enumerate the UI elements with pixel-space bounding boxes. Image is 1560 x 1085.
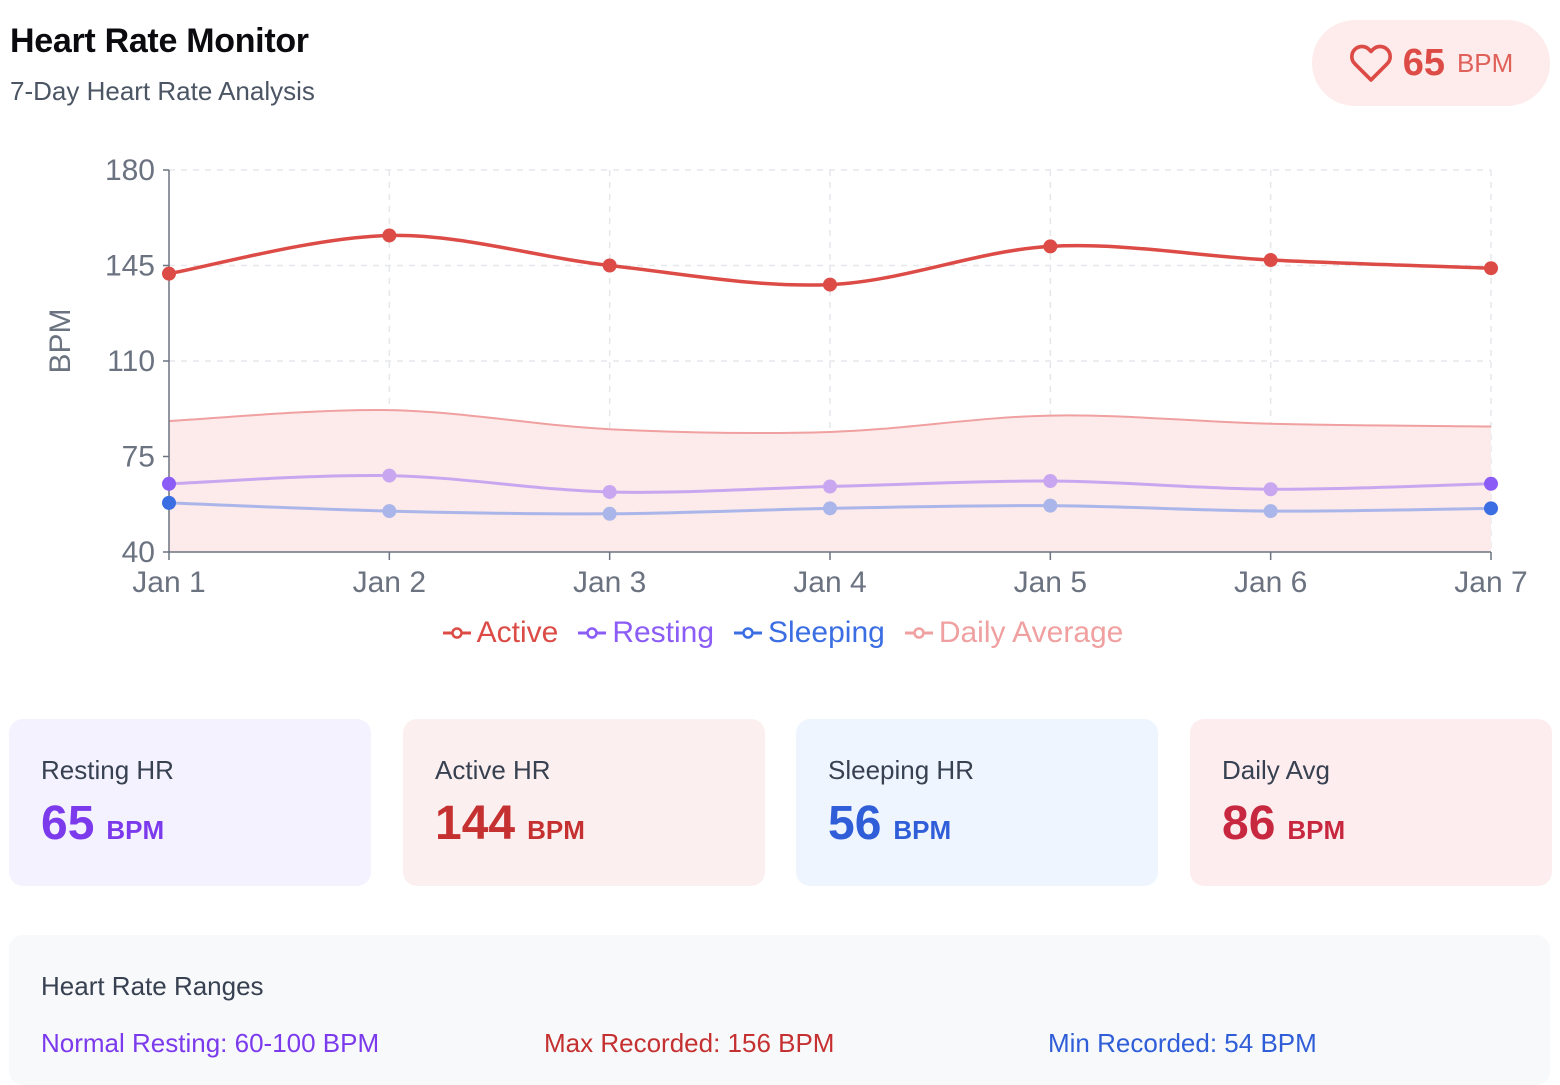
heart-icon xyxy=(1349,44,1392,82)
x-tick-label: Jan 1 xyxy=(132,566,205,599)
card-value: 56 xyxy=(828,797,882,850)
sleeping-point xyxy=(162,495,176,510)
active-point xyxy=(602,258,617,273)
y-tick-label: 75 xyxy=(122,441,155,474)
active-point xyxy=(1263,253,1278,268)
x-tick-label: Jan 7 xyxy=(1454,566,1527,599)
active-point xyxy=(1043,239,1058,254)
legend-marker-daily-average xyxy=(904,627,933,639)
sleeping-hr-card: Sleeping HR 56 BPM xyxy=(796,719,1158,886)
card-unit: BPM xyxy=(893,815,952,845)
resting-point xyxy=(1043,474,1058,489)
x-tick-label: Jan 6 xyxy=(1234,566,1307,599)
daily-avg-card: Daily Avg 86 BPM xyxy=(1190,719,1552,886)
x-tick-label: Jan 4 xyxy=(793,566,866,599)
badge-unit: BPM xyxy=(1456,47,1514,78)
resting-point xyxy=(1263,482,1278,497)
legend-item-resting[interactable]: Resting xyxy=(578,616,714,650)
legend-marker-resting xyxy=(578,627,607,639)
y-tick-label: 110 xyxy=(107,345,155,378)
legend-item-daily-average[interactable]: Daily Average xyxy=(904,616,1124,650)
active-point xyxy=(823,277,837,292)
sleeping-point xyxy=(1484,501,1498,516)
x-tick-label: Jan 3 xyxy=(573,566,646,599)
card-unit: BPM xyxy=(106,815,165,845)
card-value: 86 xyxy=(1222,797,1276,850)
x-tick-label: Jan 2 xyxy=(353,566,426,599)
resting-point xyxy=(162,476,176,491)
legend-label-active: Active xyxy=(476,616,559,649)
resting-point xyxy=(1484,476,1498,491)
chart-legend: Active Resting Sleeping Daily Average xyxy=(0,616,1560,650)
x-tick-label: Jan 5 xyxy=(1014,566,1087,599)
legend-marker-sleeping xyxy=(734,627,763,639)
resting-point xyxy=(382,468,397,483)
sleeping-point xyxy=(823,501,837,516)
normal-resting-range: Normal Resting: 60-100 BPM xyxy=(41,1028,380,1058)
heart-rate-ranges-panel: Heart Rate Ranges Normal Resting: 60-100… xyxy=(9,935,1550,1085)
resting-point xyxy=(602,484,617,499)
min-recorded: Min Recorded: 54 BPM xyxy=(1048,1028,1317,1058)
active-point xyxy=(382,228,397,243)
y-axis-label: BPM xyxy=(44,308,77,373)
active-point xyxy=(1484,261,1498,276)
sleeping-point xyxy=(602,506,617,521)
card-label: Resting HR xyxy=(41,755,174,785)
card-label: Sleeping HR xyxy=(828,755,974,785)
badge-value: 65 xyxy=(1402,41,1445,84)
resting-hr-card: Resting HR 65 BPM xyxy=(9,719,371,886)
page-title: Heart Rate Monitor xyxy=(10,22,309,60)
card-unit: BPM xyxy=(527,815,585,845)
legend-item-active[interactable]: Active xyxy=(442,616,559,650)
resting-point xyxy=(823,479,837,494)
card-label: Daily Avg xyxy=(1222,755,1330,785)
card-value: 144 xyxy=(435,797,516,850)
legend-label-daily-average: Daily Average xyxy=(938,616,1124,649)
active-hr-card: Active HR 144 BPM xyxy=(403,719,765,886)
sleeping-point xyxy=(382,504,397,519)
y-tick-label: 180 xyxy=(105,154,155,187)
max-recorded: Max Recorded: 156 BPM xyxy=(544,1028,835,1058)
heart-rate-chart: 40 75 110 145 180 Jan 1 Jan 2 Jan 3 Jan 4 Jan 5 Ja… xyxy=(44,154,1528,599)
sleeping-point xyxy=(1043,498,1058,513)
card-unit: BPM xyxy=(1287,815,1346,845)
y-tick-label: 145 xyxy=(105,250,155,283)
card-label: Active HR xyxy=(435,755,551,785)
page-subtitle: 7-Day Heart Rate Analysis xyxy=(10,76,315,106)
card-value: 65 xyxy=(41,797,95,850)
sleeping-point xyxy=(1263,504,1278,519)
active-point xyxy=(162,266,176,281)
legend-label-resting: Resting xyxy=(612,616,715,649)
current-bpm-badge: 65 BPM xyxy=(1312,20,1550,106)
legend-label-sleeping: Sleeping xyxy=(768,616,885,649)
legend-item-sleeping[interactable]: Sleeping xyxy=(734,616,885,650)
legend-marker-active xyxy=(442,627,471,639)
y-tick-label: 40 xyxy=(122,536,155,569)
ranges-title: Heart Rate Ranges xyxy=(41,971,264,1001)
